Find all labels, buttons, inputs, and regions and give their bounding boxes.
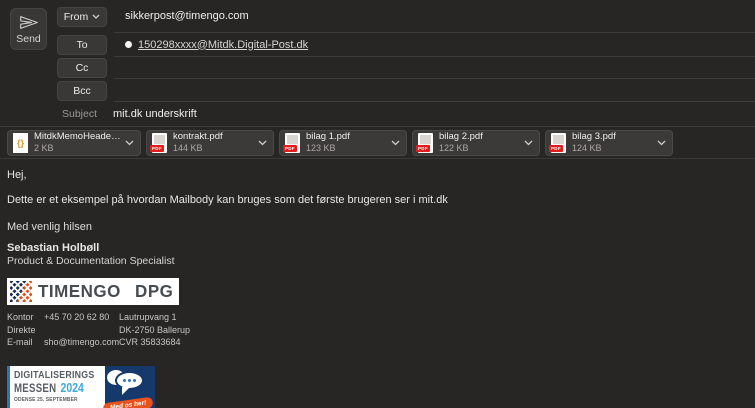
contact-value: [44, 324, 112, 337]
attachment-chip[interactable]: PDF bilag 1.pdf 123 KB: [279, 130, 407, 156]
pdf-file-icon: PDF: [152, 133, 167, 153]
subject-field[interactable]: mit.dk underskrift: [102, 102, 755, 126]
recipient-pill: 150298xxxx@Mitdk.Digital-Post.dk: [125, 39, 308, 51]
attachment-chip[interactable]: {} MitdkMemoHeaderInfo.json 2 KB: [7, 130, 141, 156]
attachment-chip[interactable]: PDF kontrakt.pdf 144 KB: [146, 130, 274, 156]
banner-text: DIGITALISERINGS MESSEN 2024 ODENSE 25. S…: [14, 369, 95, 403]
attachment-name: MitdkMemoHeaderInfo.json: [34, 132, 121, 143]
compose-header: Send From sikkerpost@timengo.com: [0, 0, 755, 127]
attachment-size: 144 KB: [173, 143, 254, 153]
email-compose-window: Send From sikkerpost@timengo.com: [0, 0, 755, 408]
pdf-badge: PDF: [416, 145, 430, 152]
attachment-menu-chevron[interactable]: [391, 140, 400, 146]
signature-contact: Kontor Direkte E-mail +45 70 20 62 80 sh…: [7, 311, 748, 349]
attachment-name: bilag 2.pdf: [439, 132, 520, 143]
send-button[interactable]: Send: [10, 8, 47, 50]
attachment-menu-chevron[interactable]: [258, 140, 267, 146]
subject-label: Subject: [57, 102, 102, 126]
attachment-size: 124 KB: [572, 143, 653, 153]
attachment-name: bilag 1.pdf: [306, 132, 387, 143]
attachment-size: 123 KB: [306, 143, 387, 153]
from-address: sikkerpost@timengo.com: [125, 10, 249, 22]
send-button-label: Send: [16, 33, 41, 45]
sender-title: Product & Documentation Specialist: [7, 255, 748, 267]
json-braces-glyph: {}: [13, 133, 28, 153]
banner-left-stripe: [7, 366, 10, 408]
attachment-size: 122 KB: [439, 143, 520, 153]
recipient-address-link[interactable]: 150298xxxx@Mitdk.Digital-Post.dk: [138, 39, 308, 51]
to-button[interactable]: To: [57, 35, 107, 55]
contact-value: +45 70 20 62 80: [44, 311, 112, 324]
cc-row: Cc: [57, 57, 755, 79]
recipient-presence-dot: [125, 41, 132, 48]
contact-label: E-mail: [7, 336, 44, 349]
digitaliseringsmessen-banner: DIGITALISERINGS MESSEN 2024 ODENSE 25. S…: [7, 366, 155, 408]
sender-name: Sebastian Holbøll: [7, 242, 748, 254]
to-field[interactable]: 150298xxxx@Mitdk.Digital-Post.dk: [114, 33, 755, 57]
banner-year: 2024: [61, 381, 84, 395]
subject-value: mit.dk underskrift: [113, 108, 197, 120]
attachment-name: kontrakt.pdf: [173, 132, 254, 143]
attachment-menu-chevron[interactable]: [657, 140, 666, 146]
banner-subtitle: ODENSE 25. SEPTEMBER: [14, 397, 95, 403]
attachments-bar: {} MitdkMemoHeaderInfo.json 2 KB PDF kon…: [0, 127, 755, 159]
cc-button-label: Cc: [76, 62, 89, 74]
bcc-row: Bcc: [57, 79, 755, 102]
contact-label: Kontor: [7, 311, 44, 324]
cc-field[interactable]: [114, 57, 755, 79]
send-icon: [19, 14, 39, 31]
attachment-size: 2 KB: [34, 143, 121, 153]
to-row: To 150298xxxx@Mitdk.Digital-Post.dk: [57, 33, 755, 57]
attachment-name: bilag 3.pdf: [572, 132, 653, 143]
contact-email: sho@timengo.com: [44, 336, 112, 349]
pdf-badge: PDF: [549, 145, 563, 152]
body-paragraph: Dette er et eksempel på hvordan Mailbody…: [7, 194, 748, 206]
contact-address-line: DK-2750 Ballerup: [119, 324, 190, 337]
message-body[interactable]: Hej, Dette er et eksempel på hvordan Mai…: [0, 159, 755, 408]
cc-button[interactable]: Cc: [57, 58, 107, 78]
contact-cvr: CVR 35833684: [119, 336, 190, 349]
subject-row: Subject mit.dk underskrift: [57, 102, 755, 126]
json-file-icon: {}: [13, 133, 28, 153]
body-greeting: Hej,: [7, 169, 748, 181]
timengo-logo: TIMENGO DPG: [7, 278, 179, 305]
from-field[interactable]: sikkerpost@timengo.com: [114, 0, 755, 33]
from-button[interactable]: From: [57, 7, 107, 27]
to-button-label: To: [76, 39, 87, 51]
bcc-field[interactable]: [114, 79, 755, 102]
pdf-file-icon: PDF: [418, 133, 433, 153]
chevron-down-icon: [92, 14, 100, 19]
speech-bubble-icon: [115, 371, 144, 390]
contact-address-line: Lautrupvang 1: [119, 311, 190, 324]
timengo-logo-mark-icon: [10, 281, 32, 302]
pdf-file-icon: PDF: [551, 133, 566, 153]
attachment-chip[interactable]: PDF bilag 3.pdf 124 KB: [545, 130, 673, 156]
body-closing: Med venlig hilsen: [7, 221, 748, 233]
attachment-menu-chevron[interactable]: [524, 140, 533, 146]
pdf-badge: PDF: [150, 145, 164, 152]
attachment-menu-chevron[interactable]: [125, 140, 134, 146]
timengo-logo-text: TIMENGO DPG: [38, 281, 173, 302]
contact-label: Direkte: [7, 324, 44, 337]
bcc-button-label: Bcc: [73, 85, 91, 97]
banner-title-line1: DIGITALISERINGS: [14, 369, 95, 381]
from-button-label: From: [64, 11, 89, 23]
banner-title-line2: MESSEN: [14, 383, 56, 395]
bcc-button[interactable]: Bcc: [57, 81, 107, 101]
pdf-file-icon: PDF: [285, 133, 300, 153]
from-row: From sikkerpost@timengo.com: [57, 0, 755, 33]
pdf-badge: PDF: [283, 145, 297, 152]
attachment-chip[interactable]: PDF bilag 2.pdf 122 KB: [412, 130, 540, 156]
address-rows: From sikkerpost@timengo.com To: [57, 0, 755, 126]
